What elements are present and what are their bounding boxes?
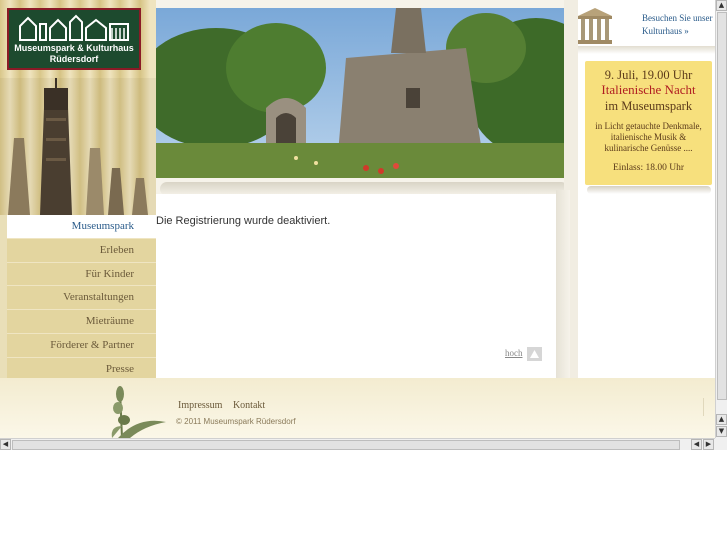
- impressum-link[interactable]: Impressum: [178, 400, 222, 411]
- scroll-up-small-icon[interactable]: ▲: [716, 414, 727, 425]
- nav-item-museumspark[interactable]: Museumspark: [7, 215, 156, 239]
- footer: Impressum Kontakt © 2011 Museumspark Rüd…: [0, 378, 715, 438]
- nav-item-erleben[interactable]: Erleben: [7, 238, 156, 263]
- main-content: Die Registrierung wurde deaktiviert. hoc…: [156, 194, 556, 378]
- plant-illustration: [111, 386, 166, 438]
- main-navigation: Museumspark Erleben Für Kinder Veranstal…: [7, 215, 156, 382]
- nav-item-foerderer-partner[interactable]: Förderer & Partner: [7, 333, 156, 358]
- event-place: im Museumspark: [604, 99, 693, 113]
- right-sidebar: Besuchen Sie unser Kulturhaus » 9. Juli,…: [578, 0, 715, 378]
- sidebar-divider: [578, 46, 715, 54]
- logo-subtitle: Rüdersdorf: [49, 54, 99, 64]
- event-teaser[interactable]: 9. Juli, 19.00 Uhr Italienische Nacht im…: [585, 61, 712, 185]
- page-viewport: Museumspark & Kulturhaus Rüdersdorf Muse…: [0, 0, 715, 438]
- header-background: Museumspark & Kulturhaus Rüdersdorf: [0, 0, 156, 215]
- scroll-left-small-icon[interactable]: ◀: [691, 439, 702, 450]
- kulturhaus-icon[interactable]: [578, 6, 612, 44]
- footer-links: Impressum Kontakt: [178, 400, 273, 411]
- back-to-top-link[interactable]: hoch: [505, 348, 523, 358]
- scroll-left-icon[interactable]: ◀: [0, 439, 11, 450]
- vertical-scroll-thumb[interactable]: [717, 12, 727, 400]
- visit-kulturhaus-link[interactable]: Besuchen Sie unser Kulturhaus »: [642, 12, 715, 38]
- event-title: Italienische Nacht: [601, 82, 696, 97]
- event-shadow: [587, 186, 711, 194]
- copyright: © 2011 Museumspark Rüdersdorf: [176, 417, 296, 426]
- nav-item-veranstaltungen[interactable]: Veranstaltungen: [7, 286, 156, 311]
- vertical-scrollbar[interactable]: ▲ ▲ ▼: [715, 0, 727, 438]
- left-column: Museumspark & Kulturhaus Rüdersdorf Muse…: [0, 0, 156, 382]
- scroll-right-icon[interactable]: ▶: [703, 439, 714, 450]
- logo-buildings-icon: [19, 14, 129, 41]
- scroll-up-icon[interactable]: ▲: [716, 0, 727, 11]
- scroll-down-icon[interactable]: ▼: [716, 426, 727, 437]
- hero-image: [156, 8, 571, 178]
- scrollbar-corner: [715, 438, 727, 450]
- footer-grip: [703, 398, 713, 416]
- horizontal-scroll-thumb[interactable]: [12, 440, 680, 450]
- status-message: Die Registrierung wurde deaktiviert.: [156, 215, 331, 227]
- event-date: 9. Juli, 19.00 Uhr: [604, 68, 693, 82]
- content-shadow: [556, 190, 570, 378]
- logo-title: Museumspark & Kulturhaus: [14, 43, 134, 53]
- logo[interactable]: Museumspark & Kulturhaus Rüdersdorf: [7, 8, 141, 70]
- event-description: in Licht getauchte Denkmale, italienisch…: [595, 121, 702, 153]
- nav-item-fuer-kinder[interactable]: Für Kinder: [7, 262, 156, 287]
- nav-item-mietraeume[interactable]: Mieträume: [7, 310, 156, 334]
- kontakt-link[interactable]: Kontakt: [233, 400, 265, 411]
- arrow-up-icon[interactable]: [527, 347, 542, 361]
- horizontal-scrollbar[interactable]: ◀ ◀ ▶: [0, 438, 715, 450]
- kiln-tower-image: [0, 78, 156, 215]
- event-entry-time: Einlass: 18.00 Uhr: [613, 163, 684, 173]
